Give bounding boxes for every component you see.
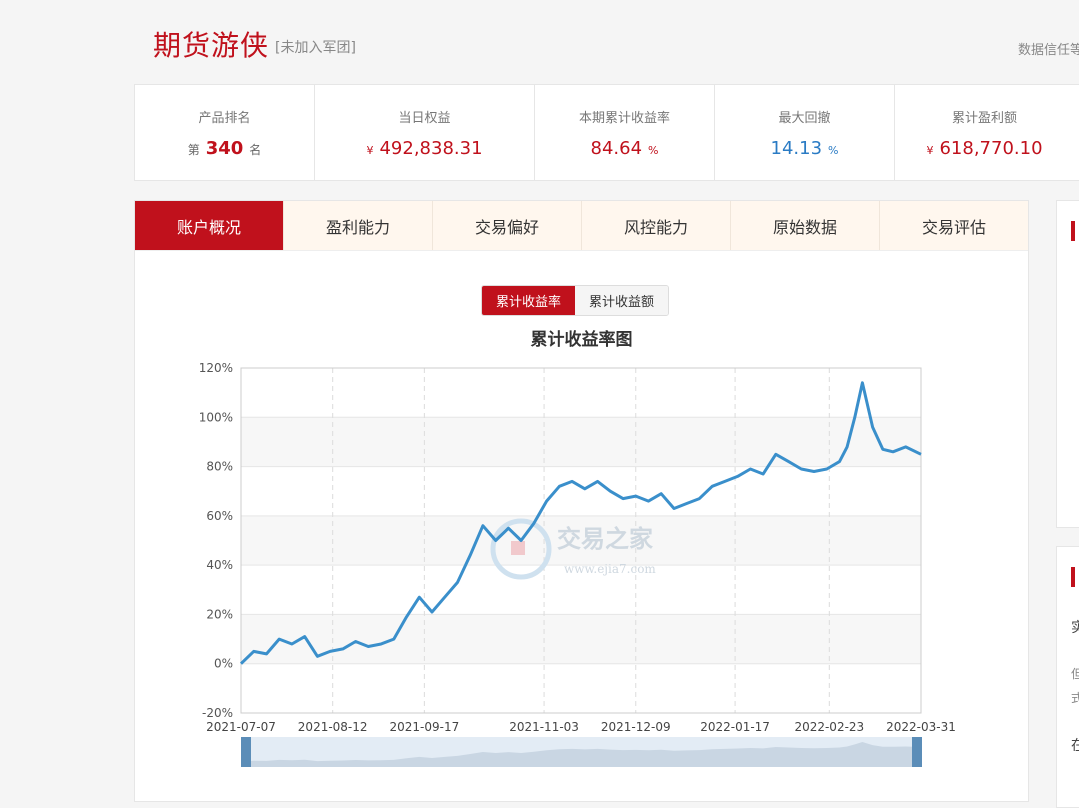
x-tick-label: 2021-09-17: [389, 720, 459, 734]
grid-band: [241, 614, 921, 664]
stat-drawdown-value: 14.13: [770, 138, 823, 159]
y-tick-label: 40%: [206, 558, 233, 572]
stat-return-label: 本期累计收益率: [578, 111, 670, 126]
stat-profit-value: 618,770.10: [939, 138, 1043, 159]
side-text-2: 但: [1071, 667, 1079, 681]
stat-return-value: 84.64: [590, 138, 643, 159]
stat-drawdown-unit: %: [828, 144, 839, 157]
x-tick-label: 2021-12-09: [601, 720, 671, 734]
stat-rank-label: 产品排名: [198, 111, 251, 126]
main-panel: 账户概况 盈利能力 交易偏好 风控能力 原始数据 交易评估 累计收益率 累计收益…: [134, 200, 1029, 802]
stat-rank-value: 340: [205, 138, 244, 159]
y-tick-label: -20%: [202, 706, 233, 720]
stat-equity-label: 当日权益: [398, 111, 451, 126]
stat-equity: 当日权益 ¥492,838.31: [315, 85, 535, 180]
watermark-url: www.ejia7.com: [564, 562, 656, 576]
stats-bar: 产品排名 第 340 名 当日权益 ¥492,838.31 本期累计收益率 84.6…: [134, 84, 1079, 181]
y-tick-label: 20%: [206, 607, 233, 621]
data-trust-label[interactable]: 数据信任等: [1018, 39, 1079, 58]
zoom-handle-right[interactable]: [912, 737, 922, 767]
x-tick-label: 2021-07-07: [206, 720, 276, 734]
watermark-name: 交易之家: [557, 524, 653, 553]
side-text-3: 式: [1071, 691, 1079, 705]
x-tick-label: 2021-08-12: [298, 720, 368, 734]
stat-rank: 产品排名 第 340 名: [135, 85, 315, 180]
side-text-4: 在: [1071, 738, 1079, 754]
side-text-1: 实: [1071, 620, 1079, 636]
grid-band: [241, 417, 921, 467]
stat-profit-currency: ¥: [926, 144, 934, 157]
stat-drawdown-label: 最大回撤: [778, 111, 831, 126]
x-tick-label: 2021-11-03: [509, 720, 579, 734]
stat-return-unit: %: [648, 144, 659, 157]
legion-status: [未加入军团]: [275, 40, 356, 56]
stat-drawdown: 最大回撤 14.13%: [715, 85, 895, 180]
x-tick-label: 2022-01-17: [700, 720, 770, 734]
stat-return-rate: 本期累计收益率 84.64%: [535, 85, 715, 180]
return-rate-chart: 交易之家 www.ejia7.com 120% 100% 80% 60% 40% 20% 0…: [199, 361, 956, 767]
side-panel-bottom: 实 但 式 在: [1056, 546, 1079, 808]
y-tick-label: 120%: [199, 361, 233, 375]
page-title: 期货游侠: [153, 29, 270, 62]
stat-equity-currency: ¥: [366, 144, 374, 157]
y-tick-label: 0%: [214, 657, 233, 671]
stat-profit: 累计盈利额 ¥618,770.10: [895, 85, 1074, 180]
x-tick-label: 2022-03-31: [886, 720, 956, 734]
y-tick-label: 100%: [199, 410, 233, 424]
side-panel-top: [1056, 200, 1079, 528]
zoom-slider[interactable]: [241, 737, 922, 767]
stat-equity-value: 492,838.31: [379, 138, 483, 159]
y-tick-label: 60%: [206, 509, 233, 523]
y-tick-label: 80%: [206, 460, 233, 474]
x-tick-label: 2022-02-23: [794, 720, 864, 734]
stat-rank-prefix: 第: [187, 143, 200, 157]
zoom-handle-left[interactable]: [241, 737, 251, 767]
stat-profit-label: 累计盈利额: [951, 111, 1017, 126]
stat-rank-suffix: 名: [249, 143, 262, 157]
